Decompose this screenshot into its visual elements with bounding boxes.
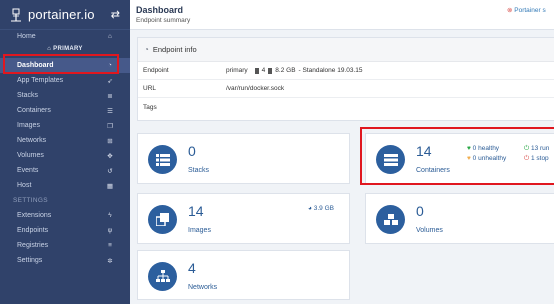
rocket-icon: ➶ — [107, 77, 113, 85]
sitemap-icon — [155, 270, 170, 282]
url-row: URL /var/run/docker.sock — [138, 80, 554, 98]
sidebar-item-label: Extensions — [17, 212, 52, 219]
images-count: 14 — [188, 203, 204, 219]
sidebar-item-label: Containers — [17, 107, 51, 114]
sidebar-item-extensions[interactable]: Extensions ϟ — [0, 208, 130, 223]
endpoint-info-header: ◔ Endpoint info — [138, 38, 554, 62]
sidebar-item-label: Events — [17, 167, 39, 174]
dashboard-highlight-box — [3, 54, 119, 74]
cpu-count: 4 — [261, 67, 266, 74]
bolt-icon: ϟ — [108, 212, 112, 219]
sidebar-item-label: Stacks — [17, 92, 39, 99]
sidebar-item-registries[interactable]: Registries ≡ — [0, 238, 130, 253]
sidebar-item-app-templates[interactable]: App Templates ➶ — [0, 73, 130, 88]
endpoint-value: primary 4 8.2 GB - Standalone 19.03.15 — [226, 67, 554, 74]
images-icon-circle — [148, 205, 177, 234]
networks-label: Networks — [188, 284, 218, 291]
pie-chart-icon: ◕ — [308, 205, 312, 212]
tachometer-icon: ◔ — [144, 45, 149, 54]
sidebar-item-label: Home — [17, 33, 36, 40]
memory-icon — [268, 67, 273, 74]
cubes-icon: ✥ — [107, 152, 113, 160]
volumes-icon-circle — [376, 205, 405, 234]
times-circle-icon: ⊗ — [507, 7, 513, 14]
sitemap-icon: ⊞ — [107, 137, 113, 145]
url-value: /var/run/docker.sock — [226, 85, 285, 92]
clone-icon — [156, 213, 169, 226]
volumes-widget[interactable]: 0 Volumes — [365, 193, 554, 244]
th-list-icon — [155, 153, 170, 166]
home-icon: ⌂ — [108, 33, 112, 40]
sidebar-item-containers[interactable]: Containers ☰ — [0, 103, 130, 118]
sidebar-item-label: Settings — [17, 257, 43, 264]
sidebar-item-home[interactable]: Home ⌂ — [0, 29, 130, 44]
sidebar-item-label: Networks — [17, 137, 47, 144]
page-header: Dashboard Endpoint summary ⊗ Portainer s — [130, 0, 554, 30]
settings-section-header: SETTINGS — [13, 197, 48, 204]
sidebar-item-events[interactable]: Events ↺ — [0, 163, 130, 178]
page-subtitle: Endpoint summary — [136, 17, 191, 24]
microchip-icon — [254, 67, 259, 74]
sidebar-item-stacks[interactable]: Stacks ≣ — [0, 88, 130, 103]
sidebar-item-label: Volumes — [17, 152, 44, 159]
sidebar-item-images[interactable]: Images ❐ — [0, 118, 130, 133]
networks-icon-circle — [148, 262, 177, 291]
clone-icon: ❐ — [107, 122, 113, 130]
sidebar: portainer.io ⇄ ⌂ PRIMARY Home ⌂ Dashboar… — [0, 0, 130, 304]
sidebar-item-label: Host — [17, 182, 32, 189]
support-link-label: Portainer s — [514, 7, 546, 14]
server-icon: ☰ — [107, 107, 113, 115]
networks-widget[interactable]: 4 Networks — [137, 250, 350, 300]
stacks-icon-circle — [148, 145, 177, 174]
sidebar-item-settings[interactable]: Settings ✲ — [0, 253, 130, 268]
page-title: Dashboard — [136, 5, 184, 15]
cubes-icon — [383, 213, 398, 225]
networks-count: 4 — [188, 260, 196, 276]
cogs-icon: ✲ — [107, 257, 113, 265]
sidebar-item-host[interactable]: Host ▦ — [0, 178, 130, 193]
images-size: ◕ 3.9 GB — [308, 205, 334, 212]
logo-row: portainer.io ⇄ — [0, 0, 130, 30]
sidebar-item-endpoints[interactable]: Endpoints ψ — [0, 223, 130, 238]
endpoint-name-value: primary — [226, 67, 248, 74]
portainer-logo-icon — [8, 7, 24, 23]
sidebar-toggle-icon[interactable]: ⇄ — [111, 8, 120, 21]
stacks-label: Stacks — [188, 167, 210, 174]
history-icon: ↺ — [107, 167, 113, 175]
images-widget[interactable]: 14 Images ◕ 3.9 GB — [137, 193, 350, 244]
sidebar-item-volumes[interactable]: Volumes ✥ — [0, 148, 130, 163]
volumes-label: Volumes — [416, 227, 443, 234]
sidebar-item-label: Images — [17, 122, 40, 129]
images-label: Images — [188, 227, 211, 234]
url-key: URL — [143, 85, 157, 92]
brand-name[interactable]: portainer.io — [28, 7, 95, 22]
th-list-icon: ≣ — [107, 92, 113, 100]
portainer-support-link[interactable]: ⊗ Portainer s — [507, 6, 546, 14]
th-icon: ▦ — [106, 182, 114, 190]
endpoint-info-panel: ◔ Endpoint info Endpoint primary 4 8.2 G… — [137, 37, 554, 121]
database-icon: ≡ — [108, 242, 112, 249]
memory-value: 8.2 GB — [275, 67, 296, 74]
containers-highlight-box — [360, 127, 554, 185]
stacks-widget[interactable]: 0 Stacks — [137, 133, 350, 184]
sidebar-item-label: Registries — [17, 242, 49, 249]
endpoint-info-title: Endpoint info — [152, 45, 197, 54]
endpoint-key: Endpoint — [143, 67, 169, 74]
sidebar-item-networks[interactable]: Networks ⊞ — [0, 133, 130, 148]
images-size-value: 3.9 GB — [313, 205, 334, 212]
stacks-count: 0 — [188, 143, 196, 159]
tags-key: Tags — [143, 103, 157, 111]
endpoint-details: - Standalone 19.03.15 — [298, 67, 363, 74]
tags-row: Tags — [138, 98, 554, 116]
volumes-count: 0 — [416, 203, 424, 219]
endpoint-row: Endpoint primary 4 8.2 GB - Standalone 1… — [138, 62, 554, 80]
sidebar-item-label: App Templates — [17, 77, 64, 84]
plug-icon: ψ — [107, 227, 113, 234]
sidebar-item-label: Endpoints — [17, 227, 49, 234]
